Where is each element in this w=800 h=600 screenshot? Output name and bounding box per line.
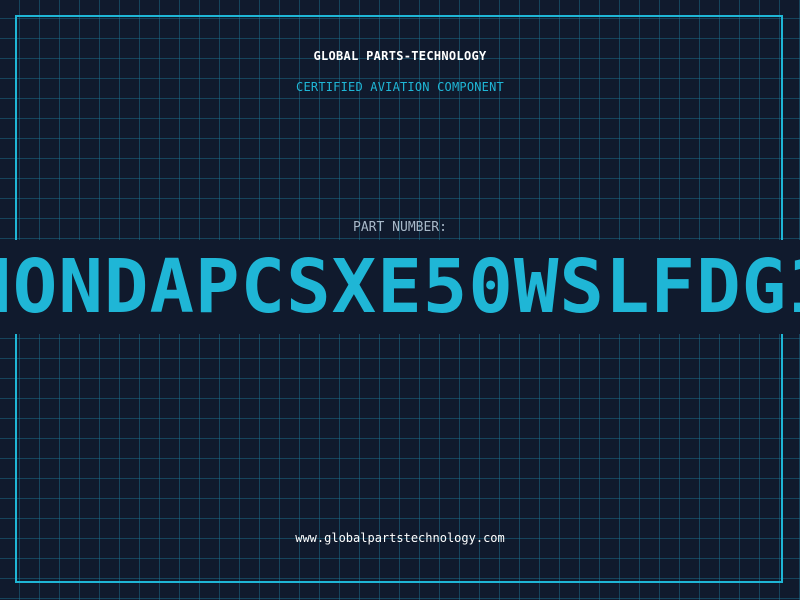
part-number-band: HONDAPCSXE50WSLFDG1 (0, 240, 800, 334)
part-number-label: PART NUMBER: (353, 220, 447, 235)
company-name: GLOBAL PARTS-TECHNOLOGY (313, 49, 487, 63)
website-url: www.globalpartstechnology.com (295, 531, 505, 545)
part-number-value: HONDAPCSXE50WSLFDG1 (0, 244, 800, 330)
certification-subtitle: CERTIFIED AVIATION COMPONENT (296, 80, 504, 94)
certificate-card: GLOBAL PARTS-TECHNOLOGY CERTIFIED AVIATI… (0, 0, 800, 600)
